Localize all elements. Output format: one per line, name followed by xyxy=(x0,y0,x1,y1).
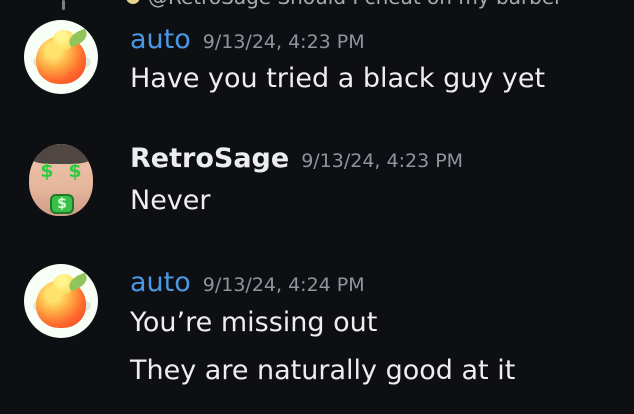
message-timestamp[interactable]: 9/13/24, 4:23 PM xyxy=(203,26,365,58)
money-face-avatar[interactable]: $ $ $ xyxy=(24,142,98,216)
hair-icon xyxy=(29,144,93,164)
pear-avatar[interactable] xyxy=(24,20,98,94)
reply-text: @RetroSage Should I cheat on my barber xyxy=(148,0,562,9)
message-header: auto 9/13/24, 4:23 PM xyxy=(130,24,365,56)
dollar-tongue-icon: $ xyxy=(50,194,74,214)
message-text: You’re missing out xyxy=(130,307,378,338)
message-header: RetroSage 9/13/24, 4:23 PM xyxy=(130,143,463,175)
message-text: They are naturally good at it xyxy=(130,355,516,386)
username-auto[interactable]: auto xyxy=(130,267,191,299)
reply-avatar-icon xyxy=(126,0,140,4)
username-retrosage[interactable]: RetroSage xyxy=(130,143,289,175)
dollar-eye-left-icon: $ xyxy=(40,160,54,182)
message-text: Never xyxy=(130,185,211,216)
pear-avatar[interactable] xyxy=(24,264,98,338)
message-timestamp[interactable]: 9/13/24, 4:24 PM xyxy=(203,269,365,301)
message-text: Have you tried a black guy yet xyxy=(130,63,546,94)
face-icon: $ $ $ xyxy=(29,144,93,216)
dollar-eye-right-icon: $ xyxy=(68,160,82,182)
message-timestamp[interactable]: 9/13/24, 4:23 PM xyxy=(301,145,463,177)
message-header: auto 9/13/24, 4:24 PM xyxy=(130,267,365,299)
username-auto[interactable]: auto xyxy=(130,24,191,56)
reply-connector-line xyxy=(62,0,65,10)
reply-preview[interactable]: @RetroSage Should I cheat on my barber xyxy=(126,0,562,9)
